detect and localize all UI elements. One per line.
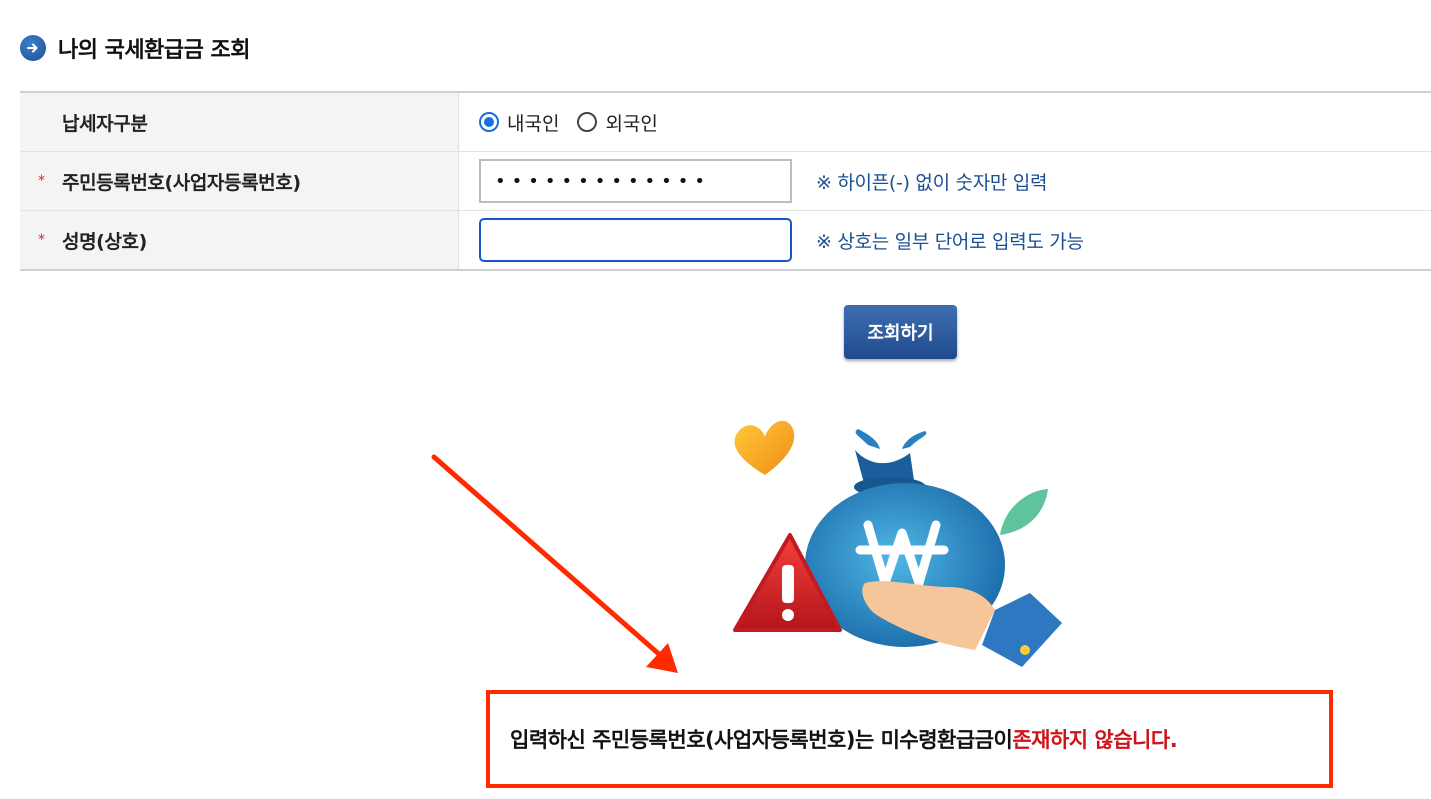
section-header: 나의 국세환급금 조회 xyxy=(20,33,250,63)
name-label: 성명(상호) xyxy=(62,230,147,253)
label-cell: * 주민등록번호(사업자등록번호) xyxy=(20,152,459,210)
result-emphasis: 존재하지 않습니다. xyxy=(1012,728,1178,752)
name-input[interactable] xyxy=(479,218,792,262)
radio-unchecked-icon[interactable] xyxy=(577,112,598,132)
id-number-input[interactable] xyxy=(479,159,792,203)
required-mark: * xyxy=(38,173,45,189)
label-cell: * 성명(상호) xyxy=(20,211,459,269)
row-id-number: * 주민등록번호(사업자등록번호) ※ 하이픈(-) 없이 숫자만 입력 xyxy=(20,152,1431,211)
value-cell: ※ 상호는 일부 단어로 입력도 가능 xyxy=(459,211,1431,269)
radio-domestic-label: 내국인 xyxy=(507,112,560,135)
required-mark: * xyxy=(38,232,45,248)
taxpayer-type-label: 납세자구분 xyxy=(62,112,148,135)
result-message: 입력하신 주민등록번호(사업자등록번호)는 미수령환급금이 xyxy=(510,728,1013,752)
search-button[interactable]: 조회하기 xyxy=(844,305,957,359)
radio-foreigner-label: 외국인 xyxy=(605,112,658,135)
radio-foreigner[interactable]: 외국인 xyxy=(577,109,658,136)
money-bag-warning-illustration xyxy=(733,420,1062,667)
row-name: * 성명(상호) ※ 상호는 일부 단어로 입력도 가능 xyxy=(20,211,1431,269)
heart-icon xyxy=(734,420,795,475)
page-title: 나의 국세환급금 조회 xyxy=(58,38,250,63)
red-arrow-icon xyxy=(431,454,678,673)
value-cell: ※ 하이픈(-) 없이 숫자만 입력 xyxy=(459,152,1431,210)
radio-domestic[interactable]: 내국인 xyxy=(479,109,559,136)
radio-checked-icon[interactable] xyxy=(479,112,499,132)
refund-search-form: 납세자구분 내국인 외국인 * 주민등록번호(사업자등록번호) ※ 하이픈(-)… xyxy=(20,91,1431,271)
name-hint: ※ 상호는 일부 단어로 입력도 가능 xyxy=(816,230,1084,253)
row-taxpayer-type: 납세자구분 내국인 외국인 xyxy=(20,93,1431,152)
id-number-hint: ※ 하이픈(-) 없이 숫자만 입력 xyxy=(816,171,1048,194)
result-message-box: 입력하신 주민등록번호(사업자등록번호)는 미수령환급금이 존재하지 않습니다. xyxy=(486,690,1333,788)
arrow-circle-icon xyxy=(20,35,46,61)
leaf-icon xyxy=(1000,489,1048,535)
value-cell: 내국인 외국인 xyxy=(459,93,1431,151)
id-number-label: 주민등록번호(사업자등록번호) xyxy=(62,171,301,194)
label-cell: 납세자구분 xyxy=(20,93,459,151)
